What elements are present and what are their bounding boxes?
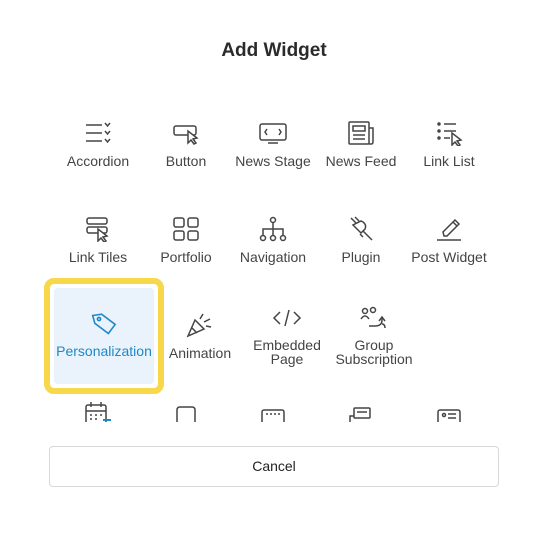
- party-popper-icon: [186, 313, 212, 338]
- widget-portfolio[interactable]: Portfolio: [141, 216, 231, 264]
- id-card-icon: [437, 409, 461, 422]
- link-list-icon: [437, 122, 463, 146]
- accordion-icon: [86, 122, 111, 144]
- dialog-title: Add Widget: [221, 40, 327, 61]
- personalization-content: Personalization: [49, 310, 159, 358]
- widget-label: Link Tiles: [68, 249, 128, 265]
- widget-embedded-page[interactable]: Embedded Page: [242, 306, 332, 366]
- frame-icon: [176, 406, 196, 422]
- keyboard-icon: [261, 409, 285, 422]
- chat-icon: [349, 407, 371, 422]
- widget-unknown-partial-4[interactable]: [404, 400, 494, 422]
- widget-label: Portfolio: [160, 249, 212, 265]
- widget-label: Personalization: [56, 343, 152, 359]
- widget-label: Post Widget: [411, 249, 487, 265]
- widget-calendar-partial[interactable]: [53, 400, 143, 422]
- widget-unknown-partial-2[interactable]: [228, 400, 318, 422]
- post-widget-icon: [437, 218, 461, 241]
- code-icon: [272, 309, 302, 327]
- group-subscription-icon: [360, 306, 386, 329]
- widget-unknown-partial-1[interactable]: [141, 400, 231, 422]
- plugin-icon: [350, 216, 373, 241]
- widget-label: Plugin: [341, 249, 381, 265]
- widget-label: Group Subscription: [335, 337, 413, 367]
- widget-navigation[interactable]: Navigation: [228, 216, 318, 264]
- widget-news-feed[interactable]: News Feed: [316, 120, 406, 168]
- widget-group-subscription[interactable]: Group Subscription: [329, 306, 419, 366]
- link-tiles-icon: [86, 217, 109, 242]
- widget-accordion[interactable]: Accordion: [53, 120, 143, 168]
- widget-link-list[interactable]: Link List: [404, 120, 494, 168]
- widget-label: News Stage: [235, 153, 311, 169]
- widget-plugin[interactable]: Plugin: [316, 216, 406, 264]
- news-feed-icon: [348, 121, 374, 145]
- widget-post-widget[interactable]: Post Widget: [404, 216, 494, 264]
- widget-personalization[interactable]: Personalization: [44, 278, 164, 394]
- widget-label: News Feed: [325, 153, 397, 169]
- widget-unknown-partial-3[interactable]: [316, 400, 406, 422]
- widget-label: Accordion: [66, 153, 130, 169]
- widget-label: Link List: [423, 153, 475, 169]
- widget-label: Button: [165, 153, 207, 169]
- calendar-icon: [85, 402, 111, 422]
- news-stage-icon: [259, 123, 287, 144]
- widget-label: Animation: [168, 345, 232, 361]
- navigation-icon: [259, 216, 287, 242]
- tag-icon: [91, 313, 117, 335]
- widget-label: Navigation: [239, 249, 307, 265]
- cancel-button[interactable]: Cancel: [49, 446, 499, 487]
- button-icon: [173, 125, 199, 145]
- widget-news-stage[interactable]: News Stage: [228, 120, 318, 168]
- portfolio-icon: [173, 217, 199, 241]
- widget-button[interactable]: Button: [141, 120, 231, 168]
- widget-animation[interactable]: Animation: [155, 312, 245, 360]
- widget-label: Embedded Page: [253, 337, 321, 367]
- widget-link-tiles[interactable]: Link Tiles: [53, 216, 143, 264]
